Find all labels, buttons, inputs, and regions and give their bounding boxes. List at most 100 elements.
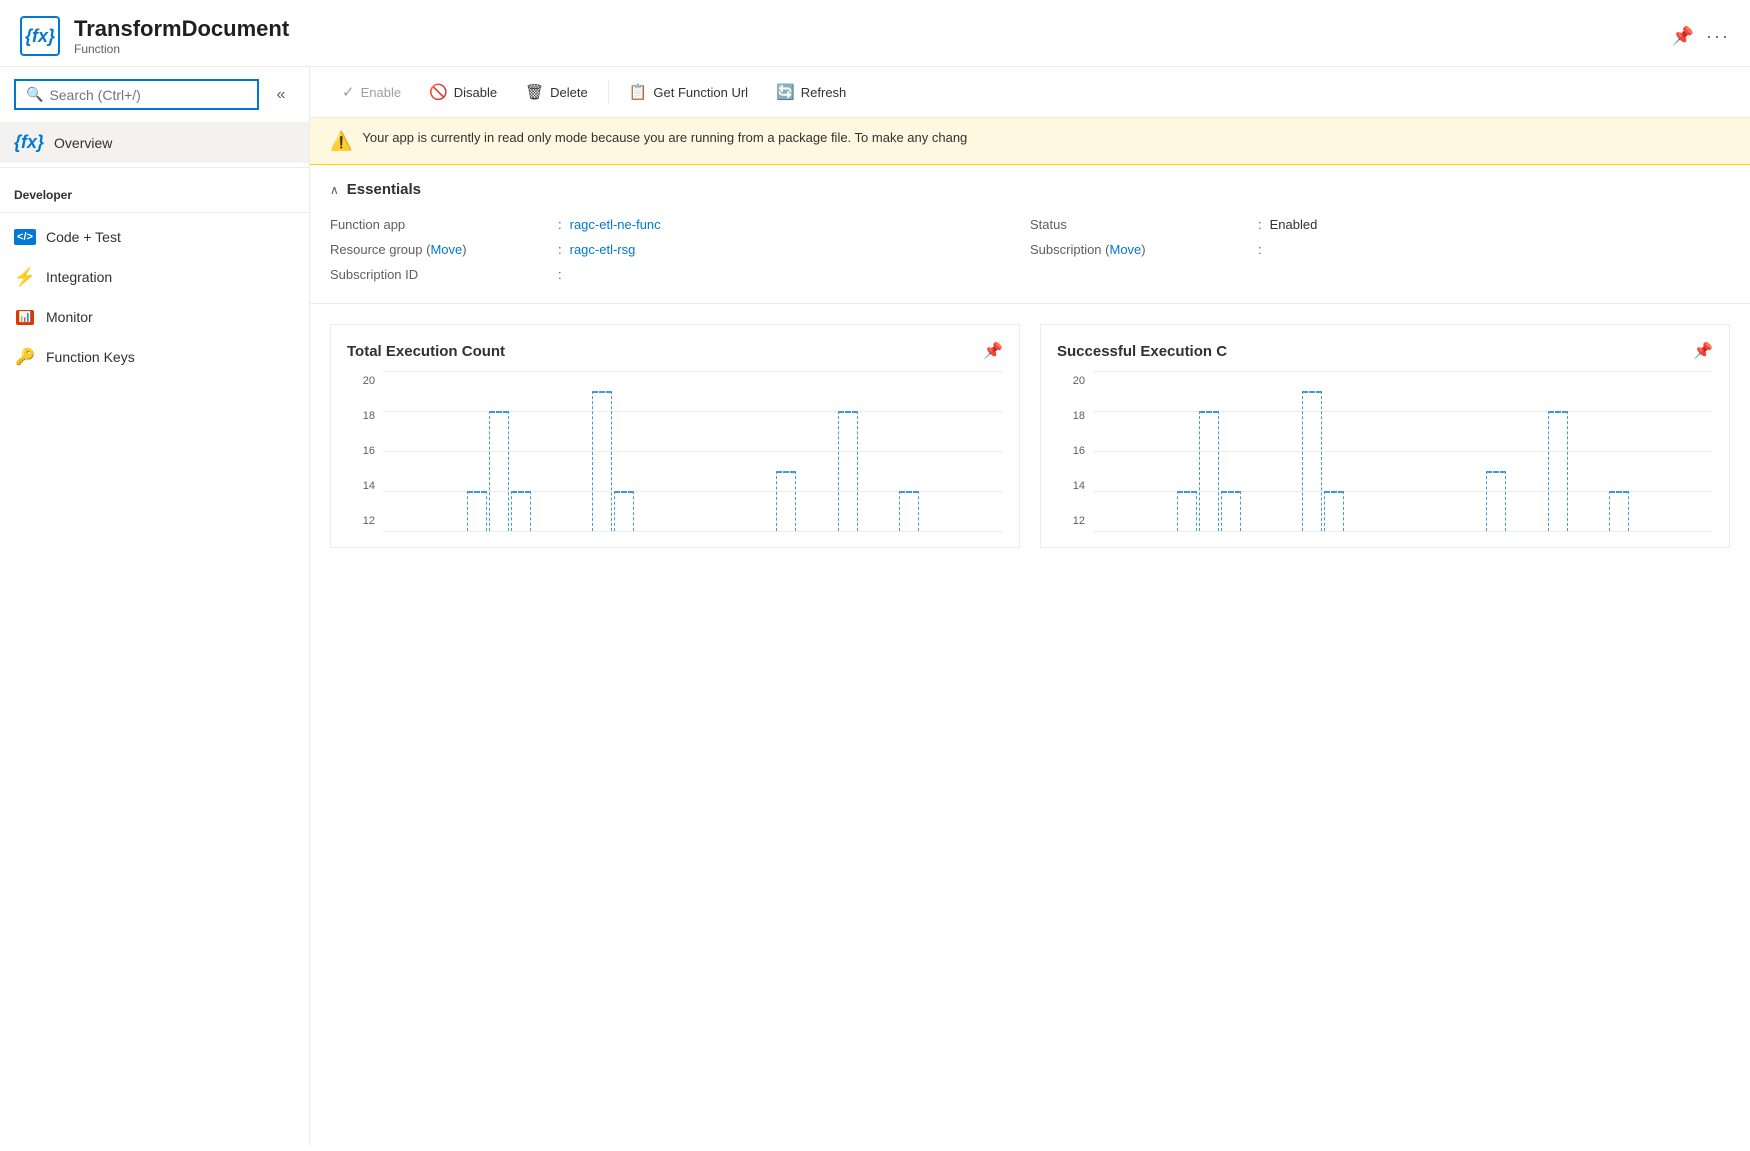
sidebar-item-monitor[interactable]: 📊 Monitor	[0, 297, 309, 337]
essentials-section: ∧ Essentials Function app : ragc-etl-ne-…	[310, 165, 1750, 304]
s-grid-line-12	[1093, 531, 1713, 532]
essentials-title: Essentials	[347, 181, 421, 198]
chart-bar	[511, 491, 531, 531]
get-function-url-button[interactable]: 📋 Get Function Url	[617, 77, 760, 107]
chart-bar	[614, 491, 634, 531]
header-actions: 📌 ···	[1672, 26, 1730, 47]
essentials-row-subscription: Subscription (Move) :	[1030, 237, 1730, 262]
chart-bar	[899, 491, 919, 531]
header-title-group: TransformDocument Function	[74, 16, 1656, 56]
enable-icon: ✓	[342, 83, 355, 101]
toolbar: ✓ Enable 🚫 Disable 🗑 Delete 📋 Get Functi…	[310, 67, 1750, 118]
code-test-icon: </>	[14, 226, 36, 248]
monitor-label: Monitor	[46, 309, 93, 325]
essentials-sep-subscription: :	[1258, 242, 1262, 257]
essentials-grid: Function app : ragc-etl-ne-func Status :…	[330, 212, 1730, 287]
chart-bars-successful	[1093, 371, 1713, 531]
essentials-row-subscription-id: Subscription ID :	[330, 262, 1030, 287]
page-subtitle: Function	[74, 42, 1656, 56]
essentials-row-resource-group: Resource group (Move) : ragc-etl-rsg	[330, 237, 1030, 262]
subscription-move-link[interactable]: Move	[1109, 242, 1141, 257]
developer-section-label: Developer	[0, 172, 309, 208]
essentials-sep-resource-group: :	[558, 242, 562, 257]
y-label-14: 14	[347, 480, 375, 492]
essentials-val-status: Enabled	[1270, 217, 1318, 232]
warning-text: Your app is currently in read only mode …	[362, 130, 967, 145]
chart-title-total: Total Execution Count	[347, 343, 505, 360]
sidebar: 🔍 « {fx} Overview Developer </> Code + T…	[0, 67, 310, 1146]
essentials-val-resource-group[interactable]: ragc-etl-rsg	[570, 242, 636, 257]
chart-body-total: 20 18 16 14 12	[347, 371, 1003, 531]
essentials-key-status: Status	[1030, 217, 1250, 232]
disable-button[interactable]: 🚫 Disable	[417, 77, 509, 107]
essentials-row-status: Status : Enabled	[1030, 212, 1730, 237]
sidebar-item-integration[interactable]: ⚡ Integration	[0, 257, 309, 297]
function-icon: {fx}	[20, 16, 60, 56]
search-row: 🔍 «	[0, 67, 309, 122]
code-test-label: Code + Test	[46, 229, 121, 245]
disable-icon: 🚫	[429, 83, 448, 101]
pin-icon[interactable]: 📌	[1672, 26, 1694, 47]
essentials-sep-function-app: :	[558, 217, 562, 232]
refresh-icon: 🔄	[776, 83, 795, 101]
collapse-sidebar-button[interactable]: «	[267, 81, 295, 109]
integration-label: Integration	[46, 269, 112, 285]
sidebar-item-code-test[interactable]: </> Code + Test	[0, 217, 309, 257]
chart-y-labels-total: 20 18 16 14 12	[347, 371, 375, 531]
essentials-key-resource-group: Resource group (Move)	[330, 242, 550, 257]
overview-label: Overview	[54, 135, 112, 151]
more-options-icon[interactable]: ···	[1706, 26, 1730, 47]
chart-bars-total	[383, 371, 1003, 531]
y-label-20: 20	[347, 375, 375, 387]
chart-bar	[1199, 411, 1219, 531]
chart-pin-total[interactable]: 📌	[983, 341, 1003, 361]
chart-bar	[592, 391, 612, 531]
y-label-12: 12	[347, 515, 375, 527]
chart-bar	[1548, 411, 1568, 531]
s-y-label-16: 16	[1057, 445, 1085, 457]
grid-line-12	[383, 531, 1003, 532]
chart-bar	[776, 471, 796, 531]
chart-y-labels-successful: 20 18 16 14 12	[1057, 371, 1085, 531]
chart-bar	[1486, 471, 1506, 531]
essentials-sep-subscription-id: :	[558, 267, 562, 282]
monitor-icon-inner: 📊	[16, 310, 34, 325]
enable-label: Enable	[361, 85, 401, 100]
overview-icon: {fx}	[14, 132, 44, 153]
search-box[interactable]: 🔍	[14, 79, 259, 110]
s-y-label-12: 12	[1057, 515, 1085, 527]
sidebar-item-overview[interactable]: {fx} Overview	[0, 122, 309, 163]
y-label-16: 16	[347, 445, 375, 457]
essentials-val-function-app[interactable]: ragc-etl-ne-func	[570, 217, 661, 232]
toolbar-divider	[608, 80, 609, 104]
essentials-chevron-icon: ∧	[330, 183, 339, 197]
y-label-18: 18	[347, 410, 375, 422]
total-execution-count-card: Total Execution Count 📌 20 18 16 14 12	[330, 324, 1020, 548]
essentials-header[interactable]: ∧ Essentials	[330, 181, 1730, 198]
nav-divider-developer	[0, 212, 309, 213]
code-icon: </>	[14, 229, 36, 245]
essentials-key-subscription-id: Subscription ID	[330, 267, 550, 282]
chart-header-successful: Successful Execution C 📌	[1057, 341, 1713, 361]
get-function-url-label: Get Function Url	[653, 85, 748, 100]
disable-label: Disable	[454, 85, 497, 100]
chart-bar	[1177, 491, 1197, 531]
refresh-label: Refresh	[801, 85, 847, 100]
chart-bar	[1221, 491, 1241, 531]
delete-label: Delete	[550, 85, 588, 100]
page-title: TransformDocument	[74, 16, 1656, 42]
sidebar-item-function-keys[interactable]: 🔑 Function Keys	[0, 337, 309, 377]
chart-title-successful: Successful Execution C	[1057, 343, 1227, 360]
s-y-label-14: 14	[1057, 480, 1085, 492]
refresh-button[interactable]: 🔄 Refresh	[764, 77, 858, 107]
integration-icon: ⚡	[14, 266, 36, 288]
resource-group-move-link[interactable]: Move	[430, 242, 462, 257]
chart-bar	[1324, 491, 1344, 531]
chart-plot-successful	[1093, 371, 1713, 531]
search-input[interactable]	[49, 87, 247, 103]
essentials-key-subscription: Subscription (Move)	[1030, 242, 1250, 257]
chart-pin-successful[interactable]: 📌	[1693, 341, 1713, 361]
chart-bar	[838, 411, 858, 531]
delete-button[interactable]: 🗑 Delete	[513, 77, 600, 107]
enable-button[interactable]: ✓ Enable	[330, 77, 413, 107]
